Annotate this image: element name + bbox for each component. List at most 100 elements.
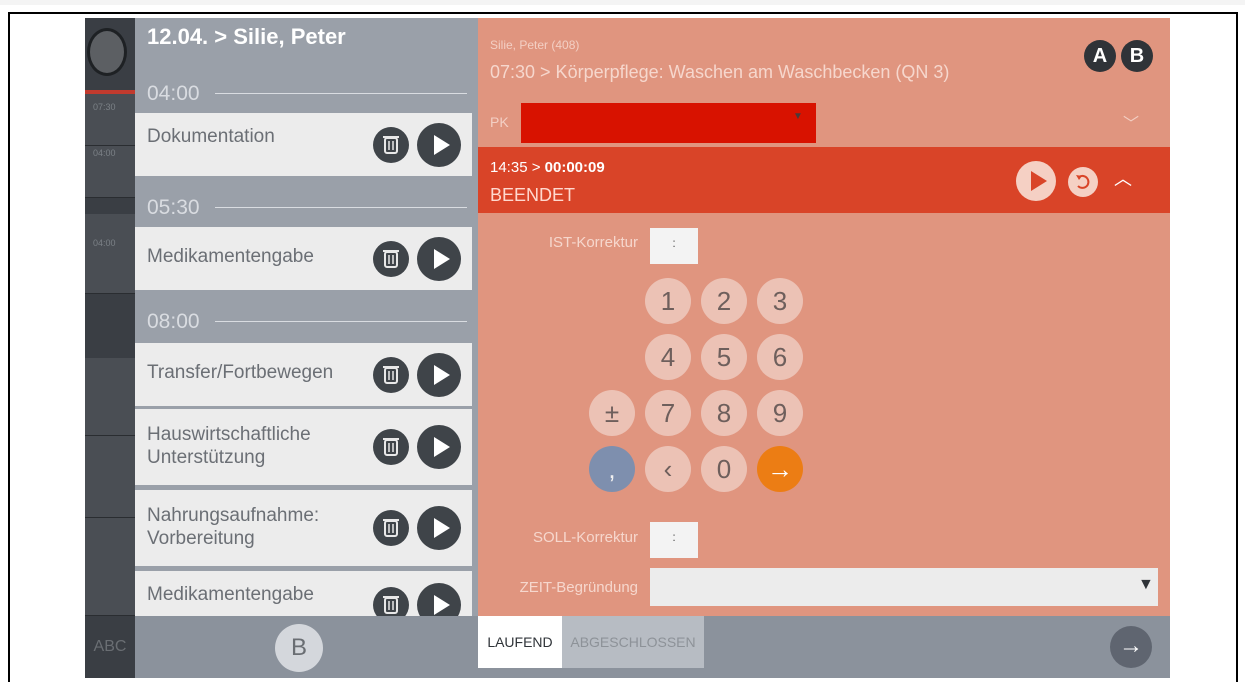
zeit-reason-select[interactable]: ▼ — [650, 568, 1158, 606]
trash-icon — [383, 250, 399, 268]
trash-icon — [383, 136, 399, 154]
play-icon — [434, 135, 450, 155]
pk-select[interactable]: ▼ — [521, 103, 816, 143]
tab-laufend[interactable]: LAUFEND — [478, 616, 562, 668]
delete-button[interactable] — [373, 510, 409, 546]
key-7[interactable]: 7 — [645, 390, 691, 436]
play-icon — [434, 437, 450, 457]
task-card-label: Transfer/Fortbewegen — [147, 362, 334, 383]
ist-label: IST-Korrektur — [548, 234, 638, 251]
key-enter[interactable]: → — [757, 446, 803, 492]
rail-time-label: 07:30 — [93, 102, 116, 112]
dropdown-arrow-icon: ▼ — [793, 111, 803, 122]
key-1[interactable]: 1 — [645, 278, 691, 324]
task-title: 07:30 > Körperpflege: Waschen am Waschbe… — [490, 62, 950, 82]
ist-correction-input[interactable]: : — [650, 228, 698, 264]
window-top-edge — [0, 0, 1245, 5]
delete-button[interactable] — [373, 127, 409, 163]
task-card[interactable]: Dokumentation — [135, 113, 472, 176]
time-slot-label: 08:00 — [147, 310, 200, 333]
delete-button[interactable] — [373, 429, 409, 465]
b-button[interactable]: B — [275, 624, 323, 672]
time-divider — [215, 93, 467, 94]
detail-panel: Silie, Peter (408) 07:30 > Körperpflege:… — [478, 18, 1170, 616]
zeit-label: ZEIT-Begründung — [519, 579, 638, 596]
task-card-label: Medikamentengabe — [147, 584, 314, 605]
patient-name: Silie, Peter (408) — [490, 38, 580, 52]
pk-label: PK — [490, 114, 509, 130]
play-icon — [1031, 171, 1047, 191]
key-2[interactable]: 2 — [701, 278, 747, 324]
resume-button[interactable] — [1016, 161, 1056, 201]
time-slot-label: 05:30 — [147, 196, 200, 219]
rail-row[interactable] — [85, 214, 135, 294]
key-backspace[interactable]: ‹ — [645, 446, 691, 492]
start-button[interactable] — [417, 506, 461, 550]
frame-border-top — [8, 12, 1238, 14]
key-8[interactable]: 8 — [701, 390, 747, 436]
key-4[interactable]: 4 — [645, 334, 691, 380]
key-plus-minus[interactable]: ± — [589, 390, 635, 436]
next-button[interactable]: → — [1110, 626, 1152, 668]
key-6[interactable]: 6 — [757, 334, 803, 380]
trash-icon — [383, 366, 399, 384]
app-window: 07:30 04:00 04:00 ABC 12.04. > Silie, Pe… — [85, 18, 1170, 678]
tab-abgeschlossen[interactable]: ABGESCHLOSSEN — [562, 616, 704, 668]
schedule-panel: 12.04. > Silie, Peter 04:00 Dokumentatio… — [135, 18, 478, 678]
start-button[interactable] — [417, 353, 461, 397]
rail-time-label: 04:00 — [93, 148, 116, 158]
start-button[interactable] — [417, 425, 461, 469]
undo-icon — [1076, 174, 1090, 189]
start-button[interactable] — [417, 237, 461, 281]
time-divider — [215, 321, 467, 322]
trash-icon — [383, 438, 399, 456]
soll-label: SOLL-Korrektur — [532, 529, 638, 546]
schedule-footer: B — [135, 616, 478, 678]
arrow-right-icon: → — [1119, 632, 1143, 659]
key-0[interactable]: 0 — [701, 446, 747, 492]
reset-button[interactable] — [1068, 167, 1098, 197]
task-card[interactable]: Hauswirtschaftliche Unterstützung — [135, 409, 472, 485]
soll-correction-input[interactable]: : — [650, 522, 698, 558]
rail-time-label: 04:00 — [93, 238, 116, 248]
start-button[interactable] — [417, 123, 461, 167]
timer-start: 14:35 > — [490, 159, 545, 176]
chevron-down-icon[interactable]: ﹀ — [1123, 110, 1139, 134]
badge-a-button[interactable]: A — [1084, 40, 1116, 72]
task-card-label: Dokumentation — [147, 126, 275, 147]
task-card[interactable]: Transfer/Fortbewegen — [135, 343, 472, 406]
key-comma[interactable]: , — [589, 446, 635, 492]
rail-row[interactable] — [85, 518, 135, 616]
dropdown-arrow-icon: ▼ — [1138, 576, 1154, 593]
time-slot-label: 04:00 — [147, 82, 200, 105]
schedule-header: 12.04. > Silie, Peter — [147, 24, 346, 49]
frame-border-left — [8, 12, 10, 682]
avatar[interactable] — [87, 28, 127, 76]
key-9[interactable]: 9 — [757, 390, 803, 436]
trash-icon — [383, 519, 399, 537]
delete-button[interactable] — [373, 357, 409, 393]
play-icon — [434, 365, 450, 385]
chevron-up-icon[interactable]: ︿ — [1114, 165, 1132, 191]
play-icon — [434, 249, 450, 269]
status-text: BEENDET — [490, 185, 576, 205]
active-timer-bar: 14:35 > 00:00:09 BEENDET ︿ — [478, 147, 1170, 213]
timer-line: 14:35 > 00:00:09 — [490, 159, 605, 176]
task-card[interactable]: Nahrungsaufnahme: Vorbereitung — [135, 490, 472, 566]
badge-b-button[interactable]: B — [1121, 40, 1153, 72]
left-rail: 07:30 04:00 04:00 ABC — [85, 18, 135, 678]
task-card-label: Medikamentengabe — [147, 246, 314, 267]
delete-button[interactable] — [373, 241, 409, 277]
bottom-tab-bar: LAUFEND ABGESCHLOSSEN → — [478, 616, 1170, 678]
key-5[interactable]: 5 — [701, 334, 747, 380]
rail-row[interactable] — [85, 358, 135, 436]
time-divider — [215, 207, 467, 208]
timer-value: 00:00:09 — [544, 159, 605, 176]
rail-row[interactable] — [85, 436, 135, 518]
task-card[interactable]: Medikamentengabe — [135, 227, 472, 290]
key-3[interactable]: 3 — [757, 278, 803, 324]
task-card-label: Nahrungsaufnahme: Vorbereitung — [147, 505, 320, 549]
task-card[interactable]: Medikamentengabe — [135, 571, 472, 627]
task-card-label: Hauswirtschaftliche Unterstützung — [147, 424, 311, 468]
abc-button[interactable]: ABC — [85, 616, 135, 678]
